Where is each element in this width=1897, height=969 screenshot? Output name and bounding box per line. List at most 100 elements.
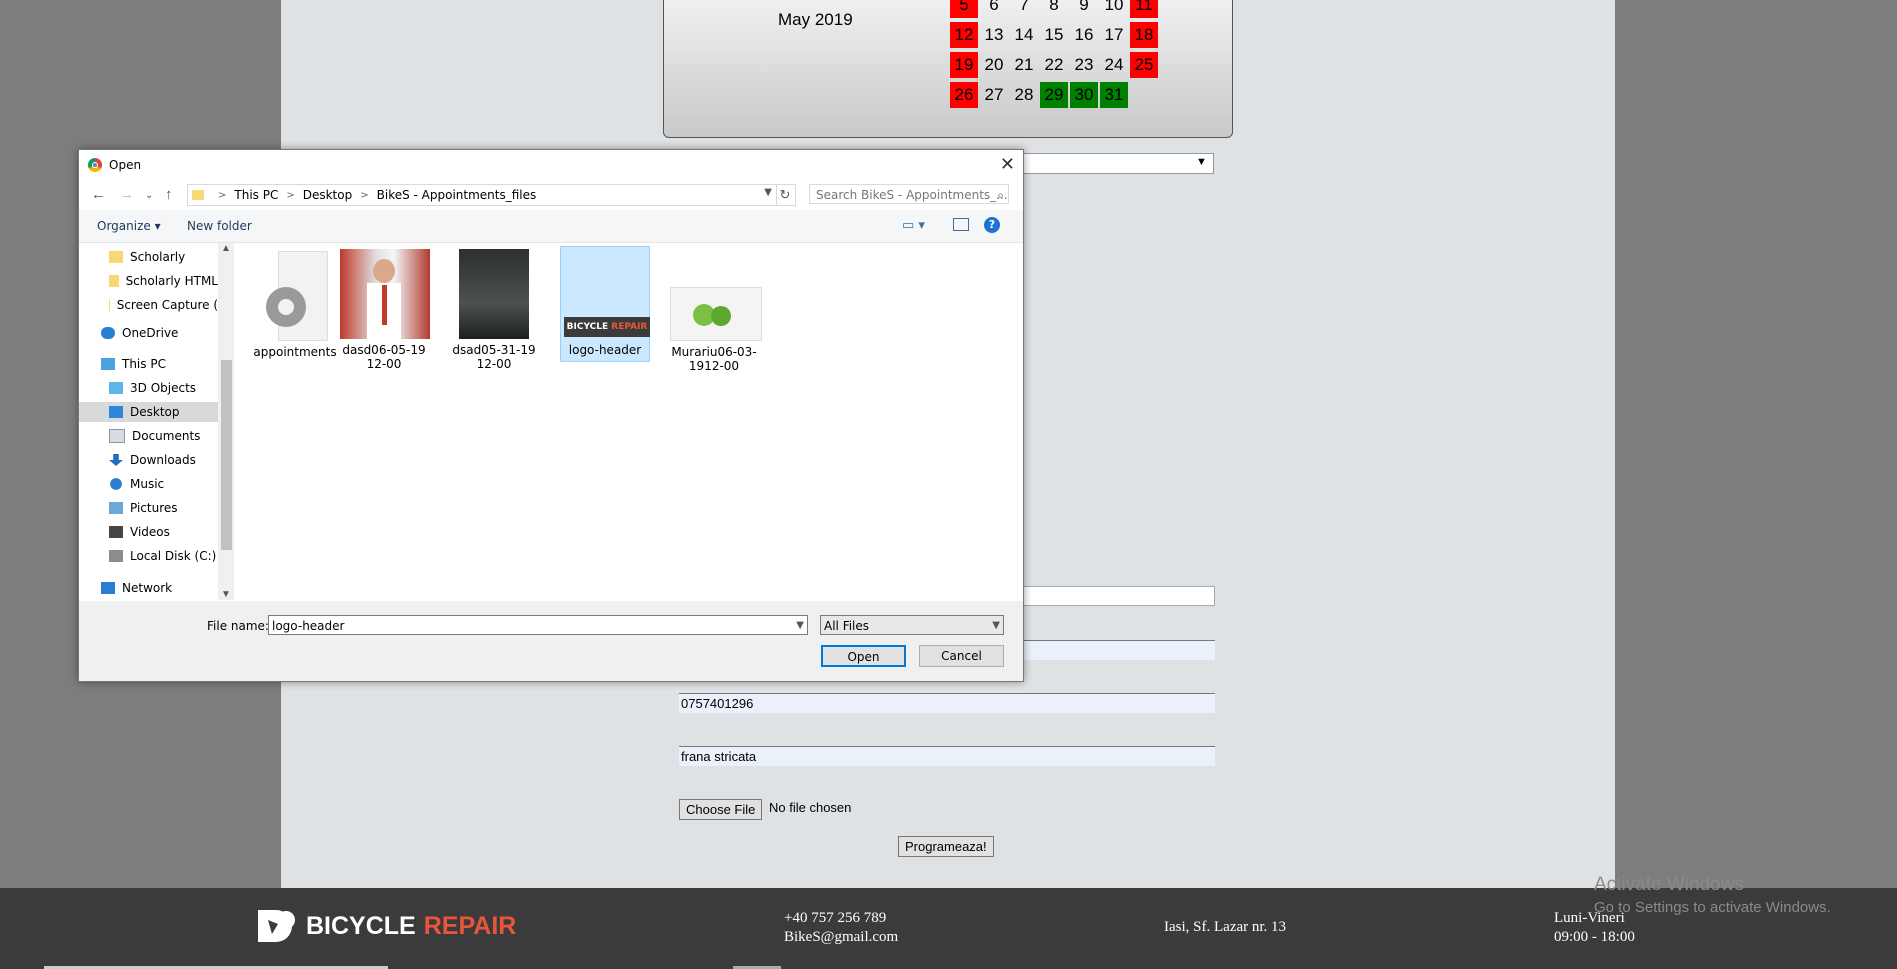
- nav-item-desktop[interactable]: Desktop: [79, 402, 218, 422]
- up-arrow-icon[interactable]: ↑: [165, 186, 173, 203]
- cloud-icon: [101, 327, 115, 339]
- nav-item-label: Local Disk (C:): [130, 549, 217, 563]
- address-bar[interactable]: > This PC > Desktop > BikeS - Appointmen…: [187, 184, 777, 206]
- calendar-day[interactable]: 10: [1100, 0, 1128, 18]
- dialog-title-bar[interactable]: Open ✕: [79, 150, 1023, 180]
- calendar-day[interactable]: 12: [950, 22, 978, 48]
- nav-item-scholarly[interactable]: Scholarly: [79, 247, 218, 267]
- calendar-day[interactable]: 21: [1010, 52, 1038, 78]
- preview-pane-icon[interactable]: [953, 218, 969, 231]
- nav-item-label: OneDrive: [122, 326, 179, 340]
- calendar-day[interactable]: 13: [980, 22, 1008, 48]
- nav-item-label: Scholarly: [130, 250, 186, 264]
- file-item[interactable]: BICYCLE REPAIR logo-header: [560, 246, 650, 362]
- back-arrow-icon[interactable]: ←: [91, 186, 106, 203]
- scroll-up-icon[interactable]: ▲: [221, 243, 231, 254]
- new-folder-button[interactable]: New folder: [187, 219, 252, 233]
- file-item[interactable]: dasd06-05-1912-00: [340, 249, 430, 371]
- calendar-day[interactable]: 8: [1040, 0, 1068, 18]
- choose-file-button[interactable]: Choose File: [679, 799, 763, 820]
- network-icon: [101, 582, 115, 594]
- close-icon[interactable]: ✕: [1000, 154, 1015, 175]
- calendar-day[interactable]: 15: [1040, 22, 1068, 48]
- file-name-input[interactable]: logo-header ▼: [268, 615, 808, 635]
- calendar-day[interactable]: 6: [980, 0, 1008, 18]
- nav-item-3d-objects[interactable]: 3D Objects: [79, 378, 218, 398]
- chevron-down-icon[interactable]: ▼: [764, 187, 772, 198]
- breadcrumb-folder[interactable]: BikeS - Appointments_files: [377, 188, 537, 202]
- file-status-text: No file chosen: [769, 800, 852, 815]
- calendar-day[interactable]: 22: [1040, 52, 1068, 78]
- calendar-day[interactable]: 9: [1070, 0, 1098, 18]
- phone-field[interactable]: 0757401296: [679, 693, 1215, 713]
- nav-item-pictures[interactable]: Pictures: [79, 498, 218, 518]
- nav-item-label: Pictures: [130, 501, 178, 515]
- file-name: logo-header: [568, 343, 642, 357]
- scrollbar-thumb[interactable]: [221, 360, 232, 550]
- calendar-day[interactable]: 25: [1130, 52, 1158, 78]
- nav-item-scholarly-html[interactable]: Scholarly HTML: [79, 271, 218, 291]
- change-view-icon[interactable]: ▭ ▾: [902, 218, 925, 233]
- bicycle-repair-logo-icon: [258, 910, 295, 942]
- scroll-down-icon[interactable]: ▼: [221, 589, 231, 600]
- footer-logo[interactable]: BICYCLE REPAIR: [256, 906, 516, 946]
- calendar-day[interactable]: 26: [950, 82, 978, 108]
- nav-item-network[interactable]: Network: [79, 578, 218, 598]
- footer-address: Iasi, Sf. Lazar nr. 13: [1164, 919, 1287, 935]
- calendar-day[interactable]: 27: [980, 82, 1008, 108]
- footer-email[interactable]: BikeS@gmail.com: [784, 929, 898, 946]
- nav-item-music[interactable]: Music: [79, 474, 218, 494]
- computer-icon: [101, 358, 115, 370]
- calendar-day[interactable]: 7: [1010, 0, 1038, 18]
- photo-thumbnail: [459, 249, 529, 339]
- file-type-select[interactable]: All Files ▼: [820, 615, 1004, 635]
- calendar-day[interactable]: 29: [1040, 82, 1068, 108]
- help-icon[interactable]: ?: [984, 217, 1000, 233]
- breadcrumb-this-pc[interactable]: This PC: [234, 188, 278, 202]
- calendar-day[interactable]: 16: [1070, 22, 1098, 48]
- nav-item-downloads[interactable]: Downloads: [79, 450, 218, 470]
- file-item[interactable]: Murariu06-03-1912-00: [670, 249, 762, 373]
- nav-item-onedrive[interactable]: OneDrive: [79, 323, 218, 343]
- search-input[interactable]: Search BikeS - Appointments_... ⌕: [809, 184, 1009, 204]
- file-item[interactable]: dsad05-31-1912-00: [450, 249, 538, 371]
- nav-item-this-pc[interactable]: This PC: [79, 354, 218, 374]
- forward-arrow-icon[interactable]: →: [119, 186, 134, 203]
- file-item[interactable]: appointments: [251, 249, 339, 359]
- calendar-day[interactable]: 5: [950, 0, 978, 18]
- recent-locations-icon[interactable]: ⌄: [145, 190, 153, 201]
- calendar-day[interactable]: 28: [1010, 82, 1038, 108]
- submit-button[interactable]: Programeaza!: [898, 836, 994, 857]
- footer-logo-word1: BICYCLE: [306, 911, 416, 940]
- calendar-day[interactable]: 30: [1070, 82, 1098, 108]
- chevron-right-icon: >: [360, 189, 369, 201]
- calendar-day[interactable]: 14: [1010, 22, 1038, 48]
- cancel-button[interactable]: Cancel: [919, 645, 1004, 667]
- calendar-day[interactable]: 19: [950, 52, 978, 78]
- calendar-day[interactable]: 20: [980, 52, 1008, 78]
- chevron-right-icon: >: [218, 189, 227, 201]
- file-name: dasd06-05-1912-00: [342, 343, 426, 371]
- service-select[interactable]: [1021, 153, 1214, 174]
- calendar-day[interactable]: 24: [1100, 52, 1128, 78]
- breadcrumb-desktop[interactable]: Desktop: [303, 188, 353, 202]
- calendar-day[interactable]: 18: [1130, 22, 1158, 48]
- nav-item-documents[interactable]: Documents: [79, 426, 218, 446]
- problem-field[interactable]: frana stricata: [679, 746, 1215, 766]
- calendar-day[interactable]: 17: [1100, 22, 1128, 48]
- calendar-day[interactable]: 23: [1070, 52, 1098, 78]
- chevron-down-icon[interactable]: ▼: [796, 616, 804, 636]
- nav-item-screen-capture[interactable]: Screen Capture (: [79, 295, 218, 315]
- nav-item-videos[interactable]: Videos: [79, 522, 218, 542]
- refresh-icon[interactable]: ↻: [775, 184, 796, 206]
- organize-label: Organize: [97, 219, 151, 233]
- nav-item-local-disk-c[interactable]: Local Disk (C:): [79, 546, 218, 566]
- calendar-day[interactable]: 11: [1130, 0, 1158, 18]
- calendar-day[interactable]: 31: [1100, 82, 1128, 108]
- organize-menu[interactable]: Organize ▾: [97, 219, 161, 233]
- nav-item-label: Desktop: [130, 405, 180, 419]
- music-icon: [110, 478, 122, 490]
- navigation-row: ← → ⌄ ↑ > This PC > Desktop > BikeS - Ap…: [79, 180, 1023, 210]
- thumb-logo-word2: REPAIR: [611, 322, 648, 332]
- open-button[interactable]: Open: [821, 645, 906, 667]
